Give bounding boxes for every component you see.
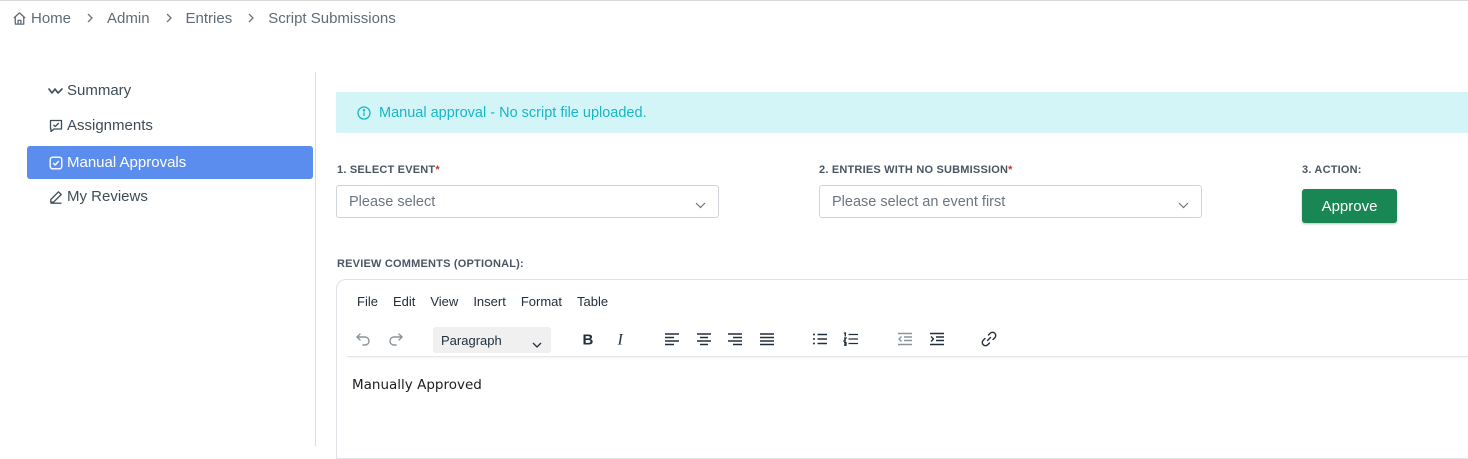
outdent-icon[interactable] <box>893 327 917 351</box>
info-icon <box>357 105 371 120</box>
menu-edit[interactable]: Edit <box>393 294 415 309</box>
italic-icon[interactable]: I <box>609 327 633 351</box>
event-select-value: Please select <box>349 193 436 210</box>
alert-text: Manual approval - No script file uploade… <box>379 104 647 121</box>
svg-text:I: I <box>617 332 624 346</box>
info-alert: Manual approval - No script file uploade… <box>336 92 1468 133</box>
link-icon[interactable] <box>977 327 1001 351</box>
activity-icon <box>48 83 63 98</box>
chevron-right-icon <box>86 13 94 23</box>
select-event-label: 1. SELECT EVENT* <box>337 164 440 176</box>
align-center-icon[interactable] <box>692 327 716 351</box>
review-comments-editor: File Edit View Insert Format Table Parag… <box>336 279 1468 459</box>
chevron-down-icon <box>1178 197 1189 213</box>
required-marker: * <box>1008 164 1013 176</box>
chevron-down-icon <box>532 336 542 351</box>
editor-toolbar: Paragraph B I <box>347 324 1468 357</box>
block-format-select[interactable]: Paragraph <box>433 327 551 353</box>
sidebar-item-label: Manual Approvals <box>67 154 187 171</box>
undo-icon[interactable] <box>351 327 375 351</box>
message-square-check-icon <box>48 118 63 133</box>
event-select[interactable]: Please select <box>336 185 719 218</box>
entries-label: 2. ENTRIES WITH NO SUBMISSION* <box>819 164 1013 176</box>
sidebar-item-label: My Reviews <box>67 188 148 205</box>
breadcrumb-home[interactable]: Home <box>12 10 71 27</box>
required-marker: * <box>435 164 440 176</box>
sidebar: Summary Assignments Manual Approvals My … <box>0 72 316 446</box>
numbered-list-icon[interactable] <box>839 327 863 351</box>
review-comments-label: REVIEW COMMENTS (OPTIONAL): <box>337 258 524 270</box>
editor-content[interactable]: Manually Approved <box>352 377 482 393</box>
breadcrumb-admin[interactable]: Admin <box>107 10 150 27</box>
menu-file[interactable]: File <box>357 294 378 309</box>
bold-icon[interactable]: B <box>576 327 600 351</box>
breadcrumb: Home Admin Entries Script Submissions <box>12 8 396 28</box>
menu-insert[interactable]: Insert <box>473 294 506 309</box>
breadcrumb-home-label: Home <box>31 9 72 27</box>
block-format-value: Paragraph <box>441 332 502 348</box>
menu-format[interactable]: Format <box>521 294 562 309</box>
sidebar-item-assignments[interactable]: Assignments <box>27 109 313 142</box>
sidebar-item-label: Summary <box>67 82 132 99</box>
action-label: 3. ACTION: <box>1302 164 1362 176</box>
align-justify-icon[interactable] <box>755 327 779 351</box>
sidebar-item-summary[interactable]: Summary <box>27 74 313 107</box>
sidebar-item-label: Assignments <box>67 117 153 134</box>
svg-text:B: B <box>583 332 594 346</box>
menu-view[interactable]: View <box>430 294 458 309</box>
redo-icon[interactable] <box>384 327 408 351</box>
top-divider <box>0 0 1468 1</box>
align-left-icon[interactable] <box>660 327 684 351</box>
sidebar-item-my-reviews[interactable]: My Reviews <box>27 180 313 213</box>
sidebar-item-manual-approvals[interactable]: Manual Approvals <box>27 146 313 179</box>
pencil-icon <box>48 189 63 204</box>
entries-select-value: Please select an event first <box>832 193 1006 210</box>
align-right-icon[interactable] <box>723 327 747 351</box>
menu-table[interactable]: Table <box>577 294 608 309</box>
check-square-icon <box>48 155 63 170</box>
breadcrumb-entries[interactable]: Entries <box>186 10 233 27</box>
indent-icon[interactable] <box>925 327 949 351</box>
bullet-list-icon[interactable] <box>808 327 832 351</box>
entries-select[interactable]: Please select an event first <box>819 185 1202 218</box>
home-icon <box>12 11 27 26</box>
breadcrumb-script-submissions: Script Submissions <box>268 9 396 27</box>
chevron-right-icon <box>247 13 255 23</box>
chevron-down-icon <box>695 197 706 213</box>
chevron-right-icon <box>165 13 173 23</box>
approve-button[interactable]: Approve <box>1302 189 1397 223</box>
editor-menubar: File Edit View Insert Format Table <box>357 294 623 309</box>
